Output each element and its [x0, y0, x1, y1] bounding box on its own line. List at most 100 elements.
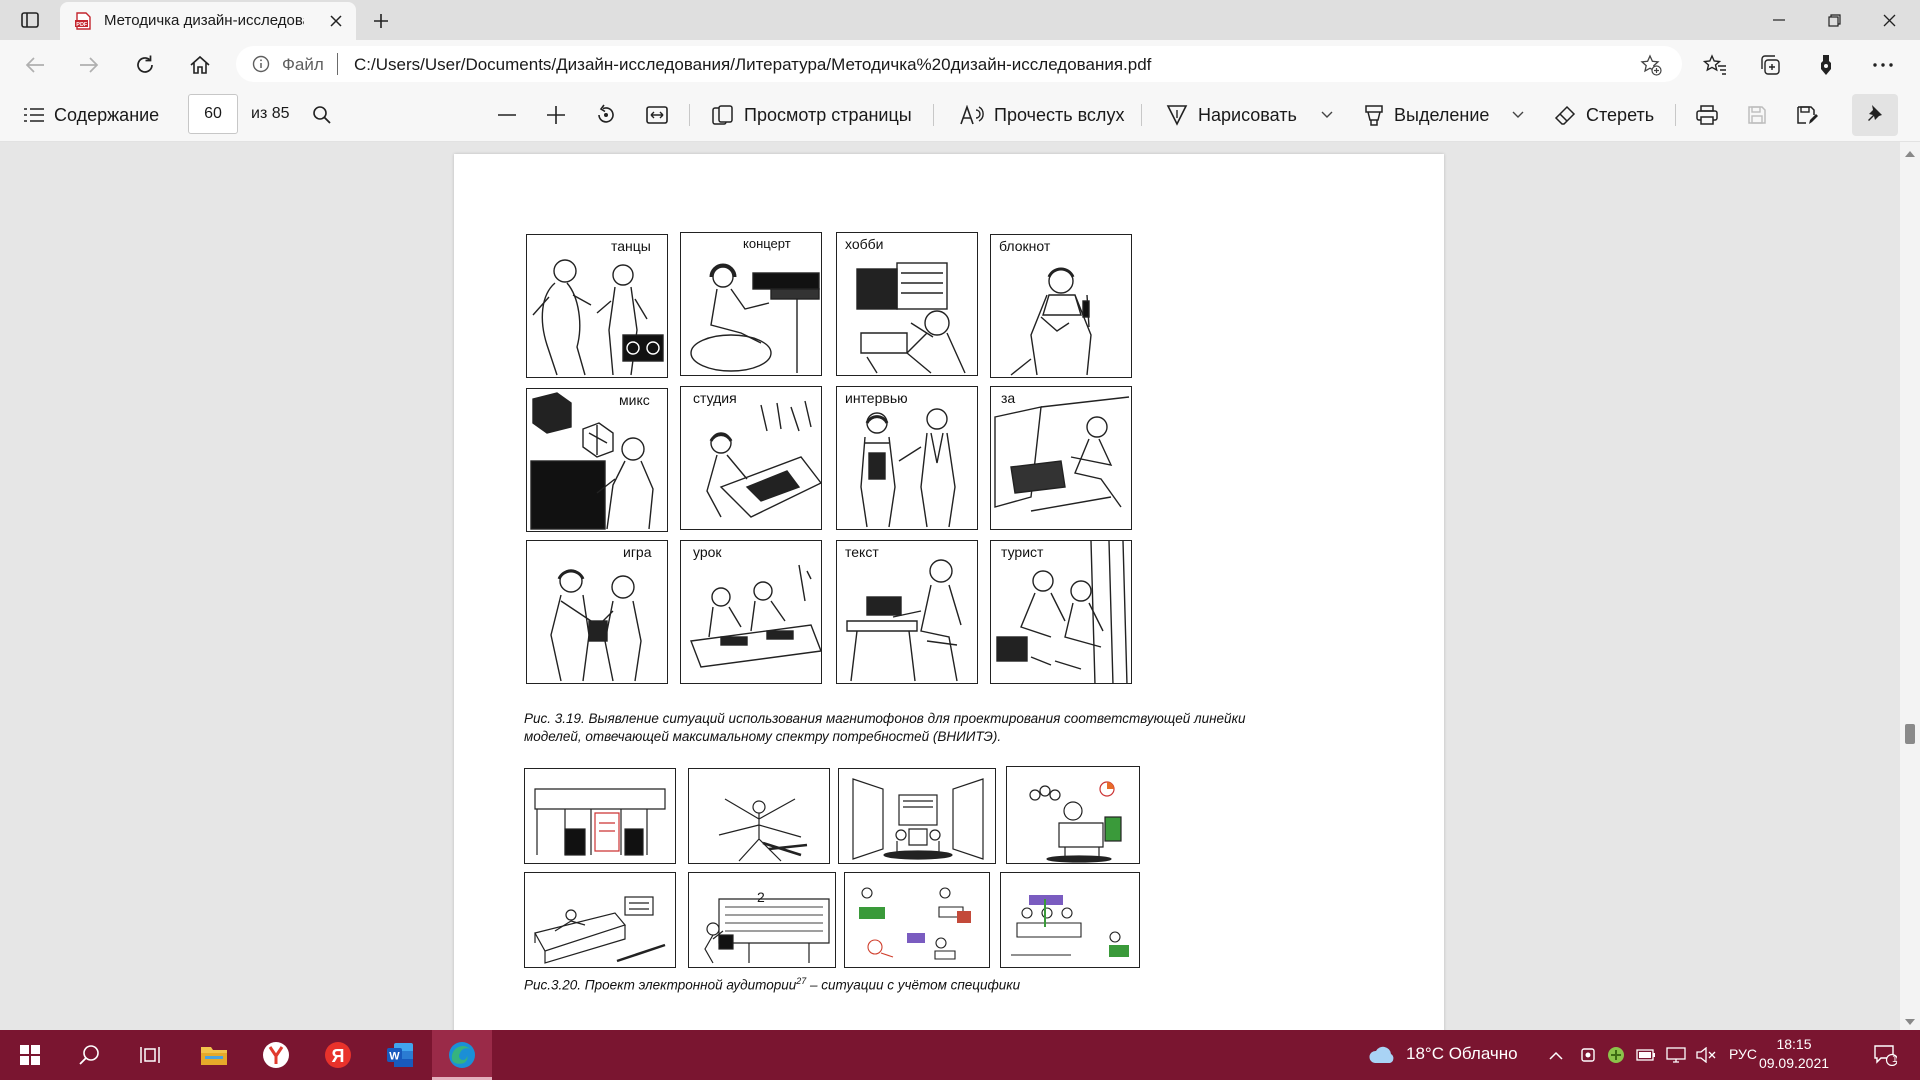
- edge-icon: [449, 1042, 475, 1068]
- vertical-scrollbar[interactable]: [1900, 142, 1920, 1030]
- notifications-icon[interactable]: 1: [1868, 1045, 1902, 1066]
- scroll-down-icon[interactable]: [1904, 1014, 1916, 1026]
- tab-title: Методичка дизайн-исследован: [104, 12, 304, 29]
- draw-chevron-down-icon[interactable]: [1313, 101, 1341, 129]
- highlight-button[interactable]: Выделение: [1364, 101, 1489, 129]
- search-button[interactable]: [60, 1030, 120, 1080]
- yandex-button[interactable]: Я: [308, 1030, 368, 1080]
- erase-label: Стереть: [1586, 104, 1655, 125]
- contents-label: Содержание: [54, 104, 160, 125]
- url-divider: [337, 53, 338, 75]
- panel-label: игра: [623, 544, 652, 560]
- pdf-file-icon: PDF: [74, 12, 92, 30]
- toolbar-divider: [689, 104, 690, 126]
- zoom-out-icon[interactable]: [493, 101, 521, 129]
- clock-time: 18:15: [1776, 1036, 1812, 1052]
- volume-muted-icon[interactable]: [1696, 1045, 1716, 1065]
- battery-icon[interactable]: [1636, 1045, 1656, 1065]
- start-button[interactable]: [0, 1030, 60, 1080]
- add-favorite-icon[interactable]: [1640, 54, 1662, 76]
- figure-panel: [838, 768, 996, 864]
- task-view-button[interactable]: [120, 1030, 180, 1080]
- figure-panel: 2: [688, 872, 836, 968]
- new-tab-button[interactable]: [368, 8, 394, 34]
- svg-text:W: W: [389, 1051, 400, 1063]
- camera-app-icon[interactable]: [1578, 1045, 1598, 1065]
- info-icon[interactable]: [252, 55, 270, 73]
- figure-panel: [524, 872, 676, 968]
- pdf-viewer[interactable]: танцы концерт хобби блокнот микс студия …: [0, 142, 1920, 1030]
- browser-tab[interactable]: PDF Методичка дизайн-исследован: [60, 2, 356, 40]
- forward-button[interactable]: [74, 50, 104, 80]
- erase-button[interactable]: Стереть: [1554, 101, 1654, 129]
- figure-panel: микс: [526, 388, 668, 532]
- network-icon[interactable]: [1666, 1045, 1686, 1065]
- figure-caption: Рис. 3.19. Выявление ситуаций использова…: [524, 710, 1384, 746]
- highlight-chevron-down-icon[interactable]: [1504, 101, 1532, 129]
- zoom-in-icon[interactable]: [542, 101, 570, 129]
- home-button[interactable]: [185, 50, 215, 80]
- eraser-icon: [1554, 105, 1576, 125]
- tab-strip: PDF Методичка дизайн-исследован: [0, 0, 1920, 40]
- edge-button[interactable]: [432, 1030, 492, 1080]
- word-button[interactable]: W: [370, 1030, 430, 1080]
- yandex-browser-button[interactable]: [246, 1030, 306, 1080]
- page-number-input[interactable]: 60: [188, 94, 238, 134]
- clock-date: 09.09.2021: [1758, 1055, 1830, 1071]
- rotate-icon[interactable]: [592, 101, 620, 129]
- figure-panel: хобби: [836, 232, 978, 376]
- close-tab-icon[interactable]: [326, 11, 346, 31]
- language-indicator[interactable]: РУС: [1729, 1046, 1757, 1062]
- read-aloud-button[interactable]: Прочесть вслух: [960, 101, 1124, 129]
- restore-button[interactable]: [1811, 4, 1857, 36]
- panel-label: урок: [693, 544, 722, 560]
- figure-panel: концерт: [680, 232, 822, 376]
- favorites-icon[interactable]: [1702, 52, 1728, 78]
- weather-text[interactable]: 18°C Облачно: [1406, 1044, 1518, 1064]
- back-button[interactable]: [20, 50, 50, 80]
- caption-text: Рис.3.20. Проект электронной аудитории: [524, 977, 797, 993]
- scroll-up-icon[interactable]: [1904, 146, 1916, 158]
- weather-cloud-icon[interactable]: [1368, 1045, 1396, 1065]
- figure-panel: [688, 768, 830, 864]
- figure-panel: игра: [526, 540, 668, 684]
- caption-tail: – ситуации с учётом специфики: [806, 977, 1021, 993]
- draw-button[interactable]: Нарисовать: [1166, 101, 1297, 129]
- extension-icon[interactable]: [1813, 52, 1839, 78]
- chevron-up-icon[interactable]: [1546, 1045, 1566, 1065]
- url-field[interactable]: Файл C:/Users/User/Documents/Дизайн-иссл…: [236, 46, 1682, 82]
- scrollbar-thumb[interactable]: [1905, 724, 1915, 744]
- highlighter-icon: [1365, 105, 1383, 126]
- minimize-button[interactable]: [1756, 4, 1802, 36]
- print-icon[interactable]: [1693, 101, 1721, 129]
- svg-text:Я: Я: [332, 1046, 345, 1066]
- save-icon[interactable]: [1743, 101, 1771, 129]
- panel-label: за: [1001, 390, 1016, 406]
- tab-actions-icon[interactable]: [16, 8, 44, 32]
- refresh-button[interactable]: [130, 50, 160, 80]
- svg-text:PDF: PDF: [76, 22, 88, 28]
- figure-panel: за: [990, 386, 1132, 530]
- read-aloud-label: Прочесть вслух: [994, 104, 1125, 125]
- fit-page-icon[interactable]: [643, 101, 671, 129]
- search-icon[interactable]: [308, 101, 336, 129]
- notification-count: 1: [1892, 1054, 1898, 1065]
- file-explorer-button[interactable]: [184, 1030, 244, 1080]
- panel-label: хобби: [845, 236, 884, 252]
- draw-label: Нарисовать: [1198, 104, 1297, 125]
- contents-button[interactable]: Содержание: [24, 101, 159, 129]
- figure-panel: урок: [680, 540, 822, 684]
- page-total: из 85: [251, 105, 290, 122]
- caption-line: моделей, отвечающей максимальному спектр…: [524, 729, 1002, 744]
- figure-panel: турист: [990, 540, 1132, 684]
- more-options-icon[interactable]: [1870, 52, 1896, 78]
- footnote-mark: 27: [796, 976, 807, 986]
- collections-icon[interactable]: [1757, 52, 1783, 78]
- page-view-button[interactable]: Просмотр страницы: [712, 101, 912, 129]
- clock[interactable]: 18:15 09.09.2021: [1754, 1035, 1834, 1073]
- pin-toolbar-icon[interactable]: [1852, 94, 1898, 136]
- close-window-button[interactable]: [1866, 4, 1912, 36]
- taskbar: Я W 18°C Облачно РУС 18:15 09.09.2021 1: [0, 1030, 1920, 1080]
- save-as-icon[interactable]: [1793, 101, 1821, 129]
- security-status-icon[interactable]: [1606, 1045, 1626, 1065]
